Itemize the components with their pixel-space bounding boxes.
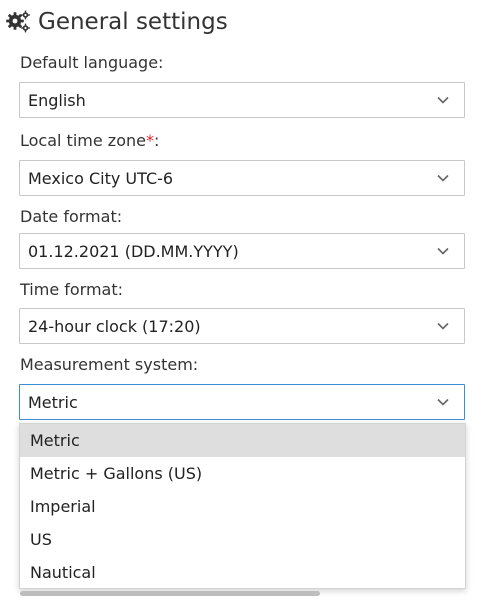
measurement-label: Measurement system: — [20, 355, 199, 374]
timezone-label-colon: : — [153, 131, 160, 150]
chevron-down-icon — [437, 96, 449, 104]
timezone-label-text: Local time zone — [20, 131, 146, 150]
date-format-select-value: 01.12.2021 (DD.MM.YYYY) — [28, 241, 239, 261]
language-select-value: English — [28, 90, 86, 110]
date-format-label: Date format: — [20, 207, 123, 226]
date-format-select[interactable]: 01.12.2021 (DD.MM.YYYY) — [19, 233, 465, 269]
dropdown-option-us[interactable]: US — [20, 523, 465, 556]
time-format-label: Time format: — [20, 280, 124, 299]
chevron-down-icon — [437, 398, 449, 406]
measurement-select-value: Metric — [28, 392, 78, 412]
time-format-select-value: 24-hour clock (17:20) — [28, 316, 201, 336]
timezone-label: Local time zone*: — [20, 131, 159, 150]
settings-header: General settings — [5, 5, 228, 39]
dropdown-option-metric-gallons[interactable]: Metric + Gallons (US) — [20, 457, 465, 490]
gears-icon — [6, 10, 30, 33]
required-asterisk: * — [145, 131, 154, 150]
dropdown-option-imperial[interactable]: Imperial — [20, 490, 465, 523]
horizontal-scrollbar[interactable] — [20, 591, 320, 596]
dropdown-option-metric[interactable]: Metric — [20, 424, 465, 457]
language-select[interactable]: English — [19, 82, 465, 118]
dropdown-option-nautical[interactable]: Nautical — [20, 556, 465, 589]
chevron-down-icon — [437, 174, 449, 182]
chevron-down-icon — [437, 247, 449, 255]
measurement-select[interactable]: Metric — [19, 384, 465, 420]
page-title: General settings — [38, 9, 228, 35]
timezone-select-value: Mexico City UTC-6 — [28, 168, 174, 188]
timezone-select[interactable]: Mexico City UTC-6 — [19, 160, 465, 196]
language-label: Default language: — [20, 53, 164, 72]
time-format-select[interactable]: 24-hour clock (17:20) — [19, 308, 465, 344]
measurement-dropdown-list: Metric Metric + Gallons (US) Imperial US… — [19, 423, 466, 589]
chevron-down-icon — [437, 322, 449, 330]
